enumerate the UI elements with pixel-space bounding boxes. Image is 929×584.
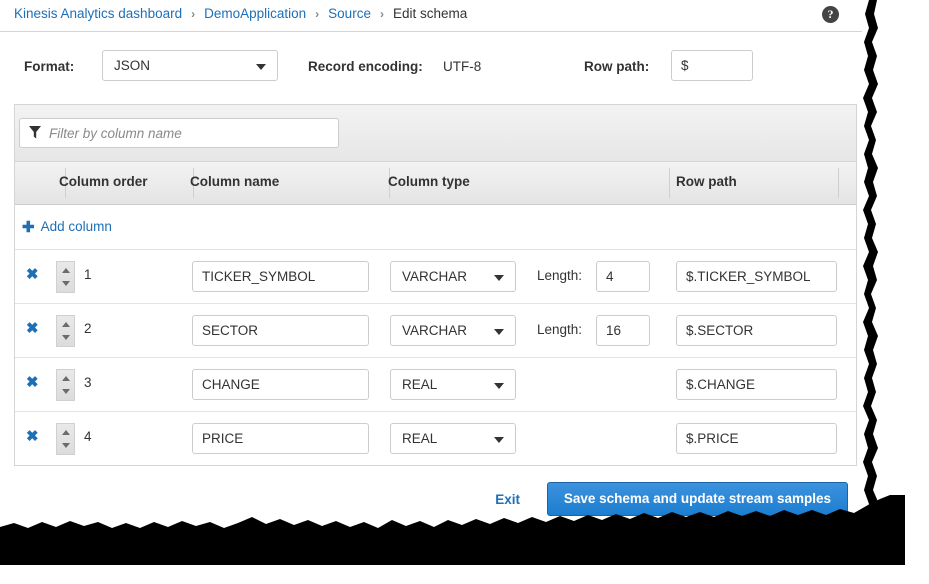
- row-path-input[interactable]: [676, 369, 837, 400]
- schema-table: Column order Column name Column type Row…: [14, 104, 857, 466]
- exit-button[interactable]: Exit: [495, 492, 520, 507]
- column-order-stepper[interactable]: [56, 423, 75, 455]
- column-order-stepper[interactable]: [56, 369, 75, 401]
- filter-bar: [15, 105, 856, 162]
- column-order-stepper[interactable]: [56, 261, 75, 293]
- record-encoding-value: UTF-8: [443, 59, 481, 74]
- column-type-select[interactable]: VARCHAR: [390, 315, 516, 346]
- add-column-label: Add column: [41, 219, 112, 234]
- stepper-up-icon[interactable]: [62, 430, 70, 435]
- delete-column-icon[interactable]: ✖: [26, 375, 39, 390]
- column-type-value: VARCHAR: [402, 269, 467, 284]
- column-name-input[interactable]: [192, 369, 369, 400]
- column-order-value: 2: [84, 321, 92, 336]
- stepper-down-icon[interactable]: [62, 335, 70, 340]
- breadcrumb-item-3[interactable]: Source: [328, 6, 371, 21]
- column-name-input[interactable]: [192, 423, 369, 454]
- breadcrumb: Kinesis Analytics dashboard › DemoApplicat…: [14, 6, 467, 21]
- column-type-value: REAL: [402, 431, 437, 446]
- breadcrumb-item-1[interactable]: Kinesis Analytics dashboard: [14, 6, 182, 21]
- column-divider: [669, 168, 670, 198]
- stepper-up-icon[interactable]: [62, 322, 70, 327]
- chevron-down-icon: [494, 275, 504, 281]
- breadcrumb-bar: Kinesis Analytics dashboard › DemoApplicat…: [0, 0, 862, 32]
- breadcrumb-item-2[interactable]: DemoApplication: [204, 6, 306, 21]
- add-column-button[interactable]: ✚ Add column: [22, 218, 112, 236]
- column-order-stepper[interactable]: [56, 315, 75, 347]
- filter-input[interactable]: [19, 118, 339, 148]
- table-row: ✖ 2 VARCHAR Length:: [15, 304, 856, 358]
- edit-schema-page: Kinesis Analytics dashboard › DemoApplicat…: [0, 0, 862, 525]
- table-row: ✖ 3 REAL: [15, 358, 856, 412]
- table-header-row: Column order Column name Column type Row…: [15, 162, 856, 205]
- header-column-order: Column order: [59, 174, 148, 189]
- add-column-row: ✚ Add column: [15, 205, 856, 250]
- column-type-value: REAL: [402, 377, 437, 392]
- breadcrumb-separator: ›: [315, 7, 319, 21]
- delete-column-icon[interactable]: ✖: [26, 321, 39, 336]
- header-column-name: Column name: [190, 174, 279, 189]
- filter-input-wrapper: [19, 118, 339, 148]
- record-encoding-label: Record encoding:: [308, 59, 423, 74]
- column-type-select[interactable]: REAL: [390, 369, 516, 400]
- column-order-value: 1: [84, 267, 92, 282]
- save-schema-button[interactable]: Save schema and update stream samples: [547, 482, 848, 516]
- length-input[interactable]: [596, 261, 650, 292]
- row-path-input[interactable]: [676, 423, 837, 454]
- stepper-down-icon[interactable]: [62, 281, 70, 286]
- stepper-up-icon[interactable]: [62, 268, 70, 273]
- help-icon[interactable]: ?: [822, 6, 839, 23]
- stepper-down-icon[interactable]: [62, 389, 70, 394]
- column-order-value: 4: [84, 429, 92, 444]
- format-select-value: JSON: [114, 58, 150, 73]
- column-name-input[interactable]: [192, 261, 369, 292]
- chevron-down-icon: [256, 64, 266, 70]
- chevron-down-icon: [494, 437, 504, 443]
- breadcrumb-separator: ›: [191, 7, 195, 21]
- format-label: Format:: [24, 59, 74, 74]
- footer-actions: Exit Save schema and update stream sampl…: [0, 468, 862, 525]
- column-divider: [838, 168, 839, 198]
- row-path-input[interactable]: [676, 261, 837, 292]
- column-type-select[interactable]: REAL: [390, 423, 516, 454]
- length-input[interactable]: [596, 315, 650, 346]
- row-path-input[interactable]: [676, 315, 837, 346]
- row-path-input[interactable]: [671, 50, 753, 81]
- format-select[interactable]: JSON: [102, 50, 278, 81]
- schema-rows: ✖ 1 VARCHAR Length: ✖ 2 VARCHAR Length: ✖ 3 REAL ✖ 4…: [15, 250, 856, 465]
- breadcrumb-separator: ›: [380, 7, 384, 21]
- torn-edge-right: [855, 0, 905, 545]
- header-row-path: Row path: [676, 174, 737, 189]
- length-label: Length:: [537, 322, 582, 337]
- format-row: Format: JSON Record encoding: UTF-8 Row …: [0, 32, 862, 102]
- column-name-input[interactable]: [192, 315, 369, 346]
- stepper-down-icon[interactable]: [62, 443, 70, 448]
- column-type-value: VARCHAR: [402, 323, 467, 338]
- delete-column-icon[interactable]: ✖: [26, 429, 39, 444]
- breadcrumb-item-4: Edit schema: [393, 6, 467, 21]
- stepper-up-icon[interactable]: [62, 376, 70, 381]
- column-type-select[interactable]: VARCHAR: [390, 261, 516, 292]
- table-row: ✖ 4 REAL: [15, 412, 856, 465]
- chevron-down-icon: [494, 383, 504, 389]
- length-label: Length:: [537, 268, 582, 283]
- column-order-value: 3: [84, 375, 92, 390]
- chevron-down-icon: [494, 329, 504, 335]
- row-path-label: Row path:: [584, 59, 649, 74]
- table-row: ✖ 1 VARCHAR Length:: [15, 250, 856, 304]
- header-column-type: Column type: [388, 174, 470, 189]
- delete-column-icon[interactable]: ✖: [26, 267, 39, 282]
- plus-icon: ✚: [22, 218, 35, 236]
